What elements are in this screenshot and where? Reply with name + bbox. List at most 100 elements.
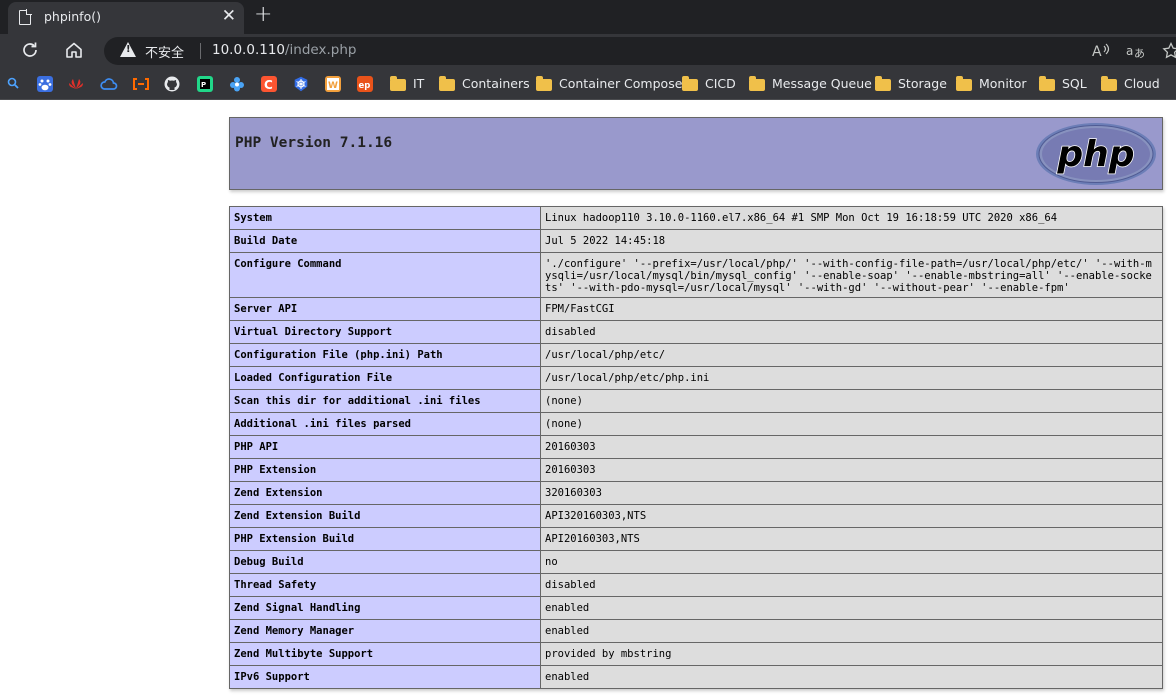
svg-text:C: C xyxy=(264,78,273,92)
table-row: System Linux hadoop110 3.10.0-1160.el7.x8… xyxy=(229,206,1163,230)
row-key: Virtual Directory Support xyxy=(229,320,541,344)
folder-icon xyxy=(749,76,765,91)
php-logo[interactable]: php xyxy=(1035,122,1157,186)
row-value: 320160303 xyxy=(540,481,1163,505)
ep-bookmark-icon[interactable]: ep xyxy=(357,76,373,92)
table-row: Configure Command './configure' '--prefix… xyxy=(229,252,1163,298)
table-row: PHP Extension Build API20160303,NTS xyxy=(229,527,1163,551)
svg-text:P: P xyxy=(201,81,206,89)
table-row: PHP API 20160303 xyxy=(229,435,1163,459)
row-value: enabled xyxy=(540,665,1163,689)
table-row: Zend Multibyte Support provided by mbstri… xyxy=(229,642,1163,666)
row-value: (none) xyxy=(540,389,1163,413)
row-key: IPv6 Support xyxy=(229,665,541,689)
row-value: './configure' '--prefix=/usr/local/php/'… xyxy=(540,252,1163,298)
row-value: /usr/local/php/etc/ xyxy=(540,343,1163,367)
translate-icon[interactable]: aあ xyxy=(1126,42,1146,64)
table-row: Build Date Jul 5 2022 14:45:18 xyxy=(229,229,1163,253)
page-icon xyxy=(19,9,32,25)
row-key: System xyxy=(229,206,541,230)
aliyun-bookmark-icon[interactable] xyxy=(132,76,149,92)
address-bar[interactable]: 不安全 10.0.0.110/index.php A aあ xyxy=(104,37,1176,65)
url-host: 10.0.0.110 xyxy=(212,42,285,58)
row-value: no xyxy=(540,550,1163,574)
row-key: PHP API xyxy=(229,435,541,459)
csdn-bookmark-icon[interactable]: C xyxy=(261,76,277,92)
folder-icon xyxy=(956,76,972,91)
kubernetes-bookmark-icon[interactable] xyxy=(293,76,309,92)
row-key: Server API xyxy=(229,297,541,321)
table-row: Loaded Configuration File/usr/local/php/… xyxy=(229,366,1163,390)
row-value: 20160303 xyxy=(540,458,1163,482)
svg-text:W: W xyxy=(328,81,338,91)
row-value: disabled xyxy=(540,320,1163,344)
svg-text:あ: あ xyxy=(1134,47,1145,60)
table-row: IPv6 Support enabled xyxy=(229,665,1163,689)
row-key: Configure Command xyxy=(229,252,541,298)
row-key: PHP Extension Build xyxy=(229,527,541,551)
reload-icon[interactable] xyxy=(20,40,40,66)
row-key: Zend Extension Build xyxy=(229,504,541,528)
new-tab-icon[interactable]: + xyxy=(254,2,272,28)
info-table-body: System Linux hadoop110 3.10.0-1160.el7.x8… xyxy=(229,206,1163,689)
row-key: Additional .ini files parsed xyxy=(229,412,541,436)
table-row: Scan this dir for additional .ini files(… xyxy=(229,389,1163,413)
table-row: Server API FPM/FastCGI xyxy=(229,297,1163,321)
search-bookmark-icon[interactable] xyxy=(6,76,22,92)
table-row: Virtual Directory Support disabled xyxy=(229,320,1163,344)
address-url[interactable]: 10.0.0.110/index.php xyxy=(212,42,356,58)
browser-tab-active[interactable]: phpinfo() ✕ xyxy=(8,2,244,34)
svg-text:A: A xyxy=(1092,44,1102,60)
warning-icon[interactable] xyxy=(120,42,136,57)
table-row: PHP Extension 20160303 xyxy=(229,458,1163,482)
table-row: Zend Extension Build API320160303,NTS xyxy=(229,504,1163,528)
baidu-bookmark-icon[interactable] xyxy=(37,76,53,92)
security-status[interactable]: 不安全 xyxy=(145,42,184,61)
row-value: Linux hadoop110 3.10.0-1160.el7.x86_64 #… xyxy=(540,206,1163,230)
row-key: Build Date xyxy=(229,229,541,253)
github-bookmark-icon[interactable] xyxy=(164,76,180,92)
bookmarks-bar: P C W ep IT Containers Container Compose… xyxy=(0,68,1176,100)
office-bookmark-icon[interactable]: W xyxy=(325,76,341,92)
row-value: Jul 5 2022 14:45:18 xyxy=(540,229,1163,253)
row-value: enabled xyxy=(540,619,1163,643)
close-tab-icon[interactable]: ✕ xyxy=(222,6,236,26)
folder-icon xyxy=(390,76,406,91)
table-row: Additional .ini files parsed (none) xyxy=(229,412,1163,436)
huawei-bookmark-icon[interactable] xyxy=(68,76,84,92)
info-table: System Linux hadoop110 3.10.0-1160.el7.x8… xyxy=(229,206,1163,689)
row-key: Zend Signal Handling xyxy=(229,596,541,620)
home-icon[interactable] xyxy=(64,40,84,66)
row-key: Zend Memory Manager xyxy=(229,619,541,643)
folder-icon xyxy=(1039,76,1055,91)
pycharm-bookmark-icon[interactable]: P xyxy=(197,76,213,92)
svg-text:ep: ep xyxy=(359,81,371,91)
row-key: Scan this dir for additional .ini files xyxy=(229,389,541,413)
row-value: 20160303 xyxy=(540,435,1163,459)
table-row: Configuration File (php.ini) Path/usr/lo… xyxy=(229,343,1163,367)
row-key: Loaded Configuration File xyxy=(229,366,541,390)
row-key: Zend Multibyte Support xyxy=(229,642,541,666)
read-aloud-icon[interactable]: A xyxy=(1092,42,1110,64)
browser-toolbar: 不安全 10.0.0.110/index.php A aあ xyxy=(0,34,1176,68)
table-row: Zend Signal Handling enabled xyxy=(229,596,1163,620)
row-value: API20160303,NTS xyxy=(540,527,1163,551)
row-value: /usr/local/php/etc/php.ini xyxy=(540,366,1163,390)
php-logo-text: php xyxy=(1056,134,1134,175)
svg-text:a: a xyxy=(1126,44,1133,58)
flower-bookmark-icon[interactable] xyxy=(229,76,245,92)
table-row: Zend Memory Manager enabled xyxy=(229,619,1163,643)
row-value: provided by mbstring xyxy=(540,642,1163,666)
table-row: Debug Build no xyxy=(229,550,1163,574)
row-value: (none) xyxy=(540,412,1163,436)
folder-icon xyxy=(682,76,698,91)
row-value: disabled xyxy=(540,573,1163,597)
favorite-icon[interactable] xyxy=(1162,41,1176,64)
row-key: Zend Extension xyxy=(229,481,541,505)
cloud-bookmark-icon[interactable] xyxy=(100,76,118,92)
url-path: /index.php xyxy=(285,42,357,58)
php-version-header: PHP Version 7.1.16 php xyxy=(229,117,1163,190)
folder-icon xyxy=(1101,76,1117,91)
folder-icon xyxy=(536,76,552,91)
row-key: Thread Safety xyxy=(229,573,541,597)
